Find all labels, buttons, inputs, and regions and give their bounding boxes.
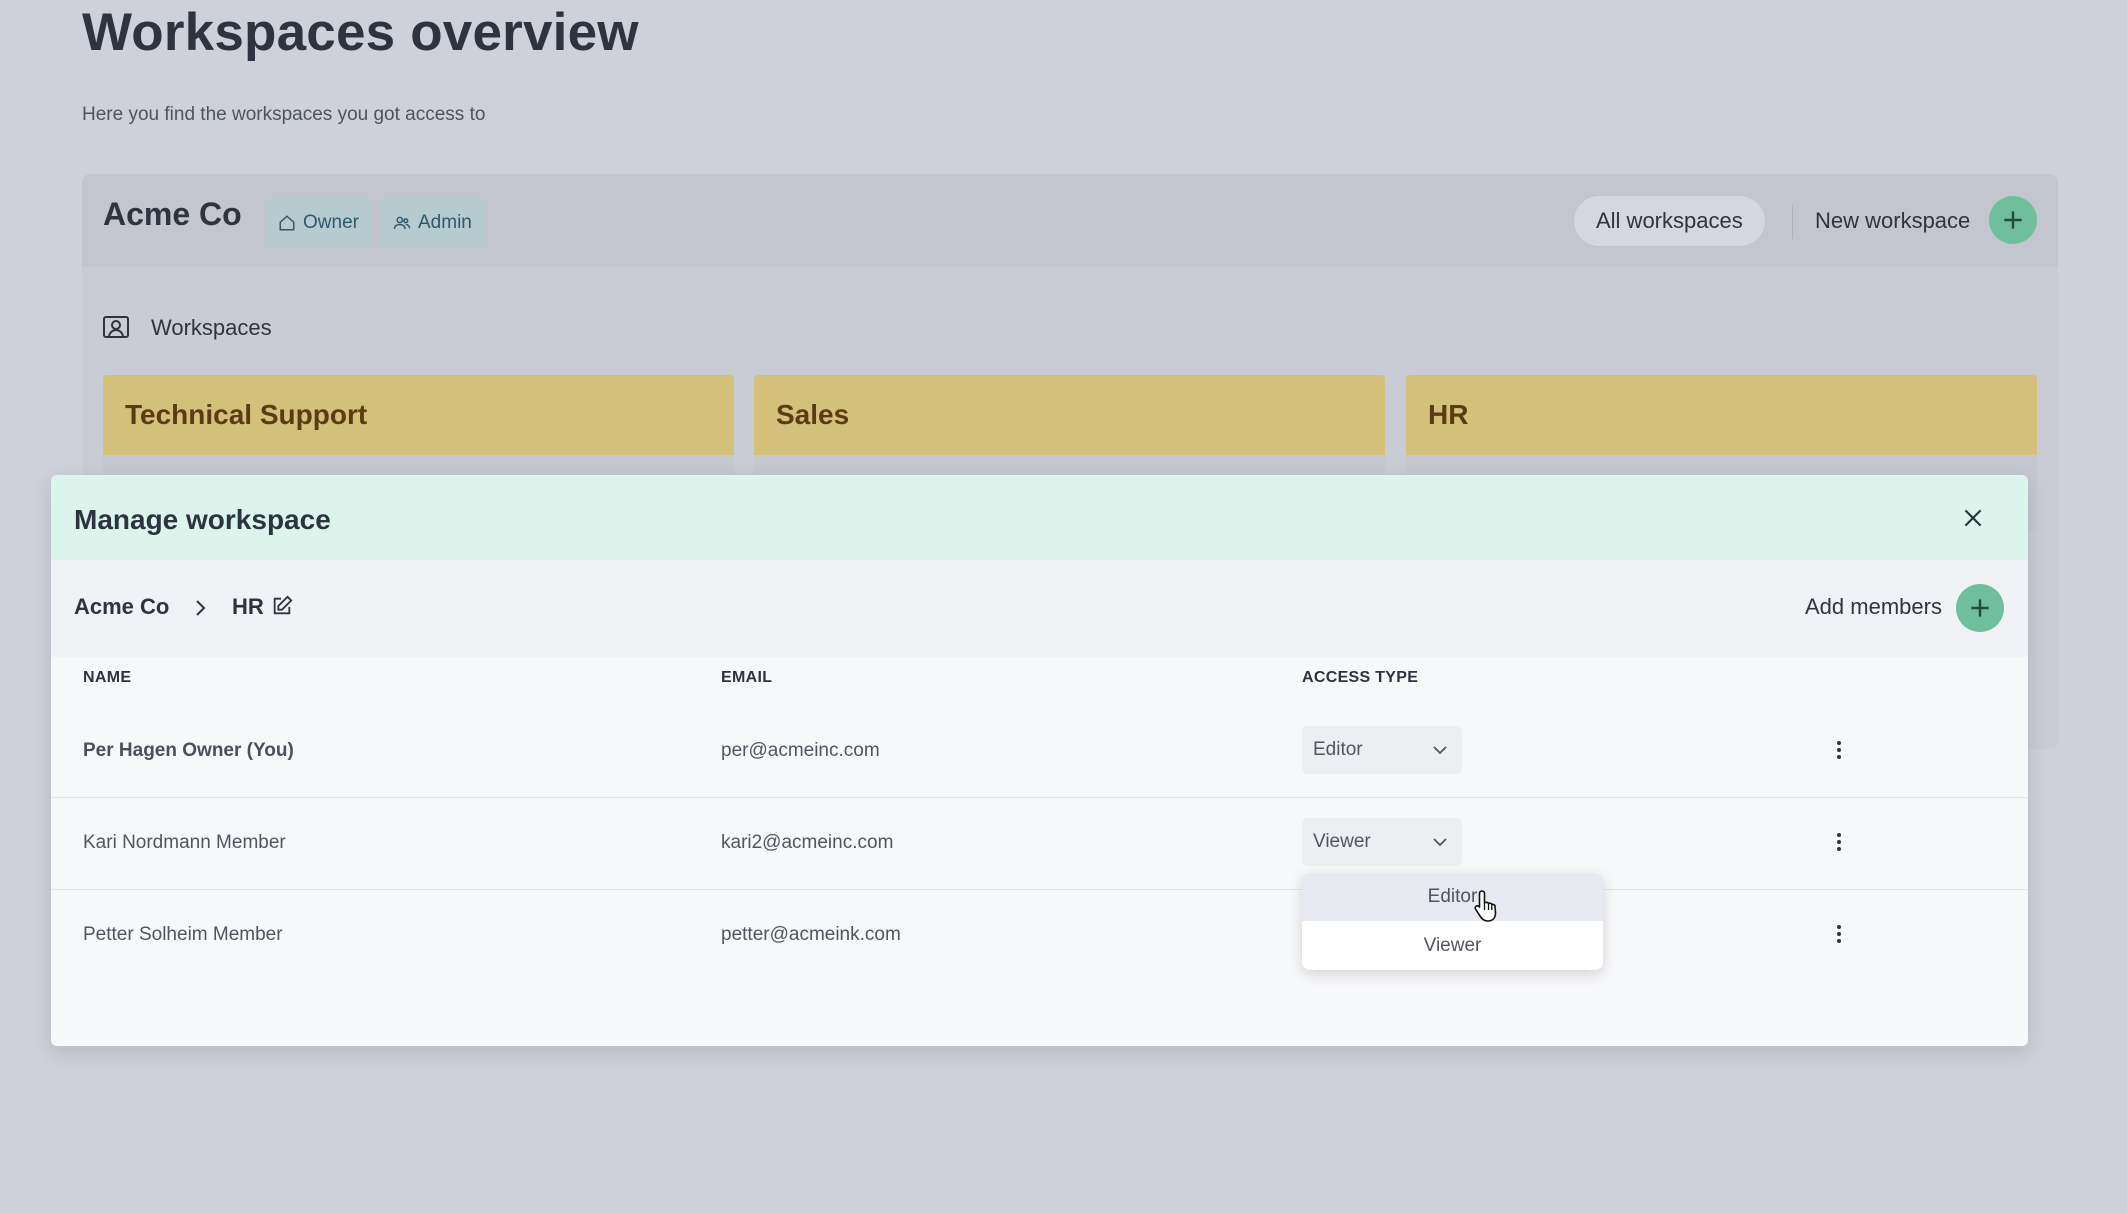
breadcrumb-workspace: HR bbox=[232, 594, 264, 619]
member-name: Kari Nordmann Member bbox=[83, 832, 286, 853]
member-name: Per Hagen Owner (You) bbox=[83, 740, 294, 761]
edit-icon[interactable] bbox=[271, 595, 293, 617]
chevron-right-icon bbox=[196, 600, 206, 616]
add-members-label[interactable]: Add members bbox=[1805, 594, 1942, 620]
add-members-button[interactable] bbox=[1956, 584, 2004, 632]
plus-icon bbox=[1971, 599, 1989, 617]
access-type-select[interactable]: Viewer bbox=[1302, 818, 1462, 866]
breadcrumb-org[interactable]: Acme Co bbox=[74, 594, 169, 620]
more-options-icon[interactable] bbox=[1836, 740, 1842, 760]
tile-title: Sales bbox=[776, 399, 850, 430]
access-type-value: Editor bbox=[1313, 739, 1363, 760]
breadcrumb: Acme Co HR Add members bbox=[51, 560, 2028, 657]
users-icon bbox=[393, 216, 411, 230]
more-options-icon[interactable] bbox=[1836, 832, 1842, 852]
column-header-name: NAME bbox=[83, 669, 132, 686]
column-header-email: EMAIL bbox=[721, 669, 773, 686]
close-icon[interactable] bbox=[1960, 505, 1986, 531]
dropdown-option-viewer[interactable]: Viewer bbox=[1302, 922, 1603, 970]
chevron-down-icon bbox=[1433, 746, 1447, 755]
dropdown-option-editor[interactable]: Editor bbox=[1302, 873, 1603, 921]
new-workspace-label[interactable]: New workspace bbox=[1815, 208, 1970, 234]
chevron-down-icon bbox=[1433, 838, 1447, 847]
admin-badge-label: Admin bbox=[418, 212, 472, 233]
member-email: petter@acmeink.com bbox=[721, 924, 901, 945]
member-email: per@acmeinc.com bbox=[721, 740, 880, 761]
column-header-access: ACCESS TYPE bbox=[1302, 669, 1419, 686]
tile-title: HR bbox=[1428, 399, 1469, 430]
tile-title: Technical Support bbox=[125, 399, 368, 430]
owner-badge-label: Owner bbox=[303, 212, 359, 233]
all-workspaces-button[interactable]: All workspaces bbox=[1573, 195, 1766, 247]
new-workspace-button[interactable] bbox=[1989, 196, 2037, 244]
hand-cursor-icon bbox=[1474, 890, 1497, 922]
manage-workspace-modal: Manage workspace Acme Co HR Add members … bbox=[51, 475, 2028, 1046]
plus-icon bbox=[2004, 211, 2022, 229]
member-name: Petter Solheim Member bbox=[83, 924, 283, 945]
owner-badge: Owner bbox=[266, 198, 371, 248]
row-divider bbox=[51, 797, 2028, 798]
access-type-value: Viewer bbox=[1313, 831, 1371, 852]
page-title: Workspaces overview bbox=[82, 3, 639, 62]
page-subtitle: Here you find the workspaces you got acc… bbox=[82, 104, 486, 125]
access-type-dropdown: Editor Viewer bbox=[1302, 873, 1603, 970]
modal-title: Manage workspace bbox=[74, 504, 331, 535]
row-divider bbox=[51, 889, 2028, 890]
more-options-icon[interactable] bbox=[1836, 924, 1842, 944]
workspaces-section-label: Workspaces bbox=[151, 315, 272, 340]
home-icon bbox=[279, 215, 295, 231]
org-name: Acme Co bbox=[103, 196, 242, 232]
modal-header: Manage workspace bbox=[51, 475, 2028, 560]
admin-badge: Admin bbox=[381, 198, 484, 248]
header-divider bbox=[1792, 205, 1793, 239]
access-type-select[interactable]: Editor bbox=[1302, 726, 1462, 774]
workspace-icon bbox=[103, 316, 129, 338]
member-email: kari2@acmeinc.com bbox=[721, 832, 894, 853]
